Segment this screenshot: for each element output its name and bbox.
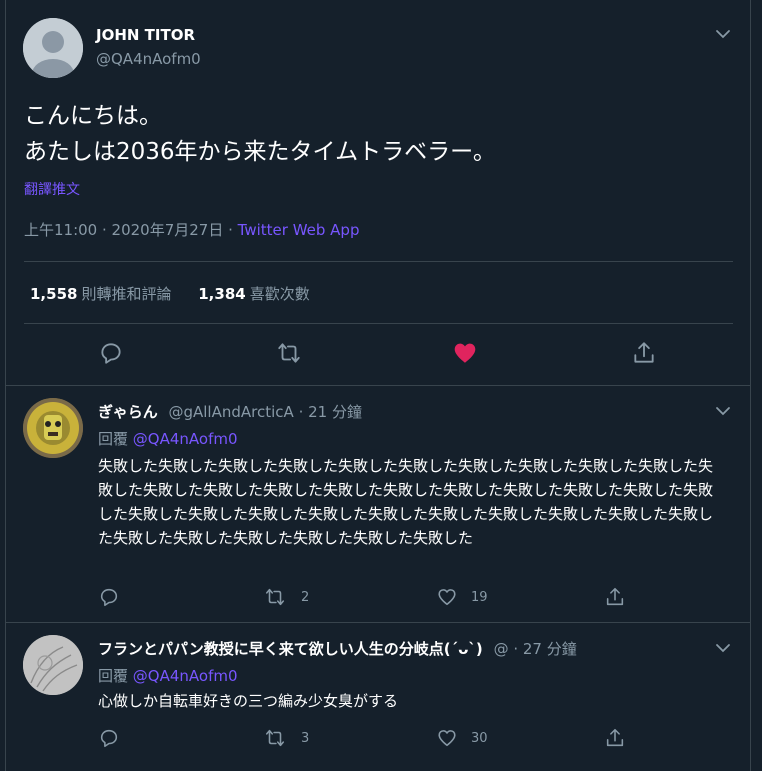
sketch-avatar-icon [23,635,83,695]
reply-to-handle[interactable]: @QA4nAofm0 [133,667,238,685]
author-handle[interactable]: @QA4nAofm0 [96,50,201,68]
reply-text: 失敗した失敗した失敗した失敗した失敗した失敗した失敗した失敗した失敗した失敗した… [98,457,714,547]
divider [6,622,750,623]
share-icon[interactable] [604,586,626,608]
tweet-action-bar [6,340,750,370]
reply-avatar[interactable] [23,398,83,458]
reply-prefix: 回覆 [98,667,133,685]
retweets-label[interactable]: 則轉推和評論 [81,285,171,303]
retweets-count[interactable]: 1,558 [30,285,77,303]
reply-icon[interactable] [98,727,120,749]
heart-outline-icon[interactable] [436,586,458,608]
tweet-timestamp[interactable]: 上午11:00 · 2020年7月27日 · [24,221,238,239]
chevron-down-icon[interactable] [715,403,731,419]
reply-action-bar: 3 30 [6,727,750,751]
retweet-icon[interactable] [264,727,286,749]
reply-time[interactable]: · 21 分鐘 [294,403,362,421]
tweet-column: JOHN TITOR @QA4nAofm0 こんにちは。 あたしは2036年から… [5,0,751,771]
reply-header: ぎゃらん @gAllAndArcticA · 21 分鐘 [98,401,362,422]
reply-to-line: 回覆 @QA4nAofm0 [98,428,238,449]
reply-author-handle[interactable]: @ [494,640,509,658]
divider [24,261,733,262]
reply-header: フランとパパン教授に早く来て欲しい人生の分岐点(´ᴗ`) @ · 27 分鐘 [98,638,577,659]
author-avatar[interactable] [23,18,83,78]
retweet-icon[interactable] [276,340,302,366]
like-count: 30 [471,731,488,746]
cartoon-avatar-icon [23,398,83,458]
share-icon[interactable] [604,727,626,749]
heart-filled-icon[interactable] [452,340,478,366]
reply-icon[interactable] [98,586,120,608]
likes-label[interactable]: 喜歡次數 [250,285,310,303]
reply-author-handle[interactable]: @gAllAndArcticA [168,403,293,421]
tweet-meta: 上午11:00 · 2020年7月27日 · Twitter Web App [24,219,359,240]
retweet-count: 3 [301,731,310,746]
like-count: 19 [471,590,488,605]
default-avatar-icon [23,18,83,78]
reply-action-bar: 2 19 [6,586,750,610]
divider [24,323,733,324]
reply-to-handle[interactable]: @QA4nAofm0 [133,430,238,448]
reply-avatar[interactable] [23,635,83,695]
chevron-down-icon[interactable] [715,26,731,42]
likes-count[interactable]: 1,384 [198,285,245,303]
chevron-down-icon[interactable] [715,640,731,656]
reply-author-name[interactable]: ぎゃらん [98,403,158,421]
tweet-stats: 1,558 則轉推和評論 1,384 喜歡次數 [30,283,332,304]
tweet-source[interactable]: Twitter Web App [238,221,360,239]
share-icon[interactable] [631,340,657,366]
author-name[interactable]: JOHN TITOR [96,26,195,44]
divider [6,385,750,386]
reply-icon[interactable] [98,340,124,366]
reply-text: 心做しか自転車好きの三つ編み少女臭がする [98,692,399,710]
heart-outline-icon[interactable] [436,727,458,749]
translate-link[interactable]: 翻譯推文 [24,179,80,199]
reply-prefix: 回覆 [98,430,133,448]
tweet-text: こんにちは。 あたしは2036年から来たタイムトラベラー。 [24,103,496,165]
reply-time[interactable]: · 27 分鐘 [509,640,576,658]
reply-to-line: 回覆 @QA4nAofm0 [98,665,238,686]
retweet-icon[interactable] [264,586,286,608]
retweet-count: 2 [301,590,310,605]
reply-author-name[interactable]: フランとパパン教授に早く来て欲しい人生の分岐点(´ᴗ`) [98,640,483,658]
